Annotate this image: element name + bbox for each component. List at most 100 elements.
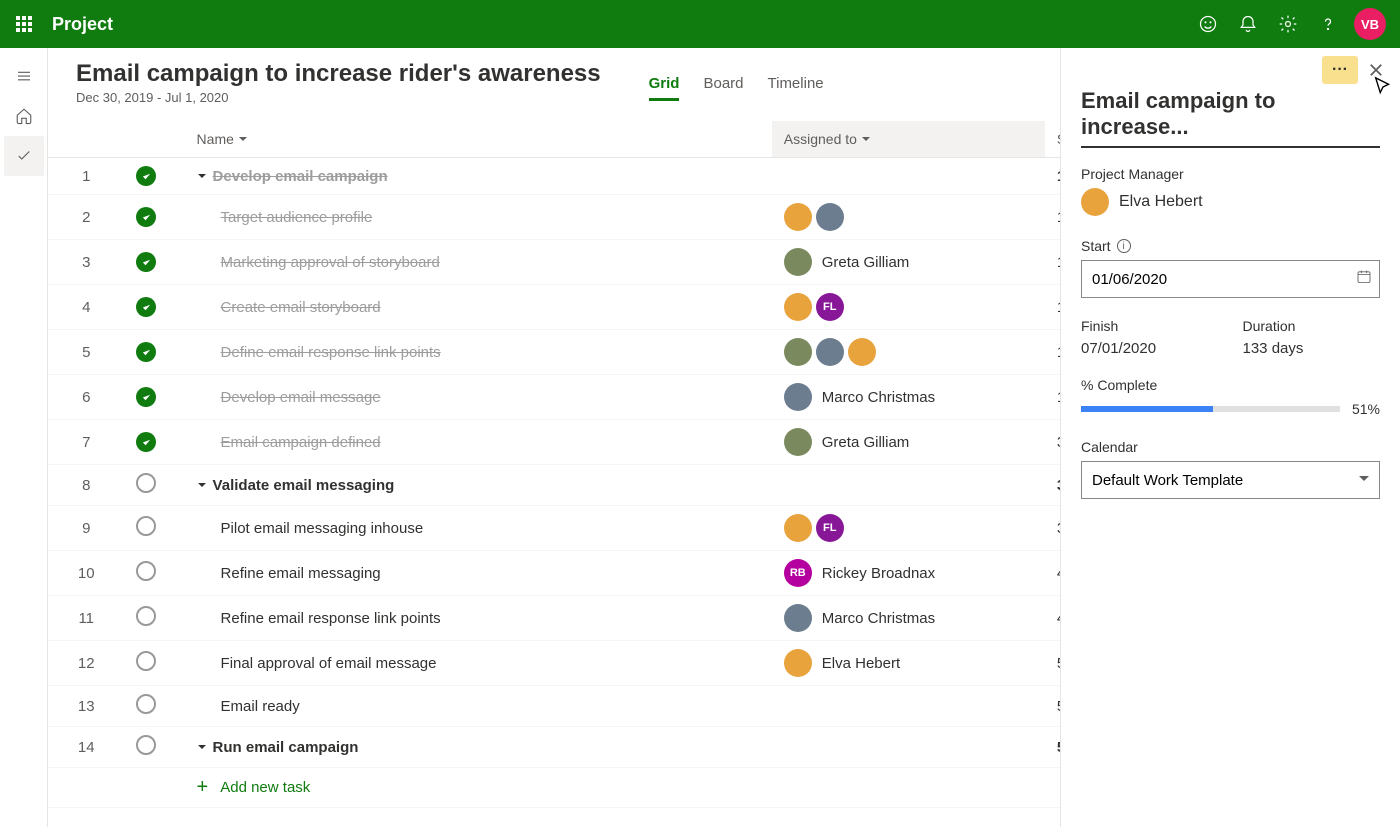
task-name[interactable]: Pilot email messaging inhouse [221, 520, 424, 537]
task-name[interactable]: Email ready [221, 698, 300, 715]
avatar-icon [848, 338, 876, 366]
complete-toggle[interactable] [136, 735, 156, 755]
progress-value: 51% [1352, 401, 1380, 417]
complete-toggle[interactable] [136, 387, 156, 407]
avatar-icon [816, 338, 844, 366]
assigned-cell[interactable]: Marco Christmas [784, 383, 1033, 411]
finish-value: 07/01/2020 [1081, 340, 1219, 357]
assigned-name: Marco Christmas [822, 610, 935, 627]
app-launcher-icon[interactable] [8, 8, 40, 40]
avatar-icon [784, 604, 812, 632]
duration-label: Duration [1243, 318, 1381, 334]
assigned-cell[interactable]: Greta Gilliam [784, 428, 1033, 456]
task-name[interactable]: Run email campaign [213, 739, 359, 756]
plus-icon: + [197, 776, 209, 799]
assigned-cell[interactable]: Marco Christmas [784, 604, 1033, 632]
row-number: 12 [48, 641, 124, 686]
avatar-icon [784, 428, 812, 456]
complete-toggle[interactable] [136, 561, 156, 581]
avatar-icon [784, 203, 812, 231]
task-name[interactable]: Validate email messaging [213, 477, 395, 494]
task-name[interactable]: Develop email message [221, 389, 381, 406]
task-name[interactable]: Email campaign defined [221, 434, 381, 451]
complete-toggle[interactable] [136, 297, 156, 317]
start-date-input[interactable] [1081, 260, 1380, 298]
task-name[interactable]: Develop email campaign [213, 168, 388, 185]
info-icon[interactable]: i [1117, 239, 1131, 253]
task-name[interactable]: Create email storyboard [221, 299, 381, 316]
duration-value: 133 days [1243, 340, 1381, 357]
complete-toggle[interactable] [136, 606, 156, 626]
calendar-label: Calendar [1081, 439, 1380, 455]
tab-grid[interactable]: Grid [649, 75, 680, 101]
page-subtitle: Dec 30, 2019 - Jul 1, 2020 [76, 90, 601, 105]
row-number: 10 [48, 551, 124, 596]
panel-title[interactable]: Email campaign to increase... [1081, 88, 1380, 148]
cursor-icon [1372, 76, 1394, 103]
task-name[interactable]: Target audience profile [221, 209, 373, 226]
assigned-cell[interactable]: FL [784, 514, 1033, 542]
assigned-cell[interactable]: RBRickey Broadnax [784, 559, 1033, 587]
avatar-icon: FL [816, 293, 844, 321]
complete-toggle[interactable] [136, 432, 156, 452]
tab-timeline[interactable]: Timeline [768, 75, 824, 101]
assigned-cell[interactable]: Elva Hebert [784, 649, 1033, 677]
row-number: 9 [48, 506, 124, 551]
home-icon[interactable] [4, 96, 44, 136]
complete-toggle[interactable] [136, 651, 156, 671]
checklist-icon[interactable] [4, 136, 44, 176]
settings-icon[interactable] [1268, 4, 1308, 44]
tab-board[interactable]: Board [703, 75, 743, 101]
task-name[interactable]: Refine email response link points [221, 610, 441, 627]
column-header-name[interactable]: Name [197, 131, 248, 147]
row-number: 2 [48, 195, 124, 240]
top-bar: Project VB [0, 0, 1400, 48]
complete-toggle[interactable] [136, 207, 156, 227]
panel-more-button[interactable]: ··· [1322, 56, 1358, 84]
notifications-icon[interactable] [1228, 4, 1268, 44]
column-header-assigned[interactable]: Assigned to [784, 131, 871, 147]
task-name[interactable]: Final approval of email message [221, 655, 437, 672]
pm-label: Project Manager [1081, 166, 1380, 182]
assigned-name: Rickey Broadnax [822, 565, 935, 582]
task-name[interactable]: Refine email messaging [221, 565, 381, 582]
avatar-icon [816, 203, 844, 231]
assigned-name: Elva Hebert [822, 655, 900, 672]
expand-caret-icon[interactable] [197, 739, 207, 756]
assigned-name: Greta Gilliam [822, 254, 910, 271]
task-name[interactable]: Marketing approval of storyboard [221, 254, 440, 271]
avatar-icon: FL [816, 514, 844, 542]
complete-toggle[interactable] [136, 516, 156, 536]
row-number: 3 [48, 240, 124, 285]
avatar-icon [1081, 188, 1109, 216]
complete-toggle[interactable] [136, 252, 156, 272]
assigned-name: Greta Gilliam [822, 434, 910, 451]
row-number: 8 [48, 465, 124, 506]
complete-toggle[interactable] [136, 342, 156, 362]
feedback-icon[interactable] [1188, 4, 1228, 44]
complete-toggle[interactable] [136, 694, 156, 714]
assigned-cell[interactable] [784, 338, 1033, 366]
pm-value[interactable]: Elva Hebert [1081, 188, 1380, 216]
task-name[interactable]: Define email response link points [221, 344, 441, 361]
expand-caret-icon[interactable] [197, 168, 207, 185]
row-number: 7 [48, 420, 124, 465]
assigned-cell[interactable]: FL [784, 293, 1033, 321]
calendar-icon[interactable] [1356, 269, 1372, 290]
expand-caret-icon[interactable] [197, 477, 207, 494]
hamburger-icon[interactable] [4, 56, 44, 96]
calendar-select[interactable] [1081, 461, 1380, 499]
complete-toggle[interactable] [136, 166, 156, 186]
assigned-cell[interactable]: Greta Gilliam [784, 248, 1033, 276]
pm-name: Elva Hebert [1119, 193, 1203, 211]
complete-toggle[interactable] [136, 473, 156, 493]
assigned-cell[interactable] [784, 203, 1033, 231]
help-icon[interactable] [1308, 4, 1348, 44]
content-area: Email campaign to increase rider's aware… [48, 48, 1400, 827]
complete-label: % Complete [1081, 377, 1380, 393]
avatar-icon [784, 338, 812, 366]
avatar-icon [784, 649, 812, 677]
progress-bar[interactable] [1081, 406, 1340, 412]
app-name[interactable]: Project [52, 14, 113, 35]
user-avatar[interactable]: VB [1354, 8, 1386, 40]
